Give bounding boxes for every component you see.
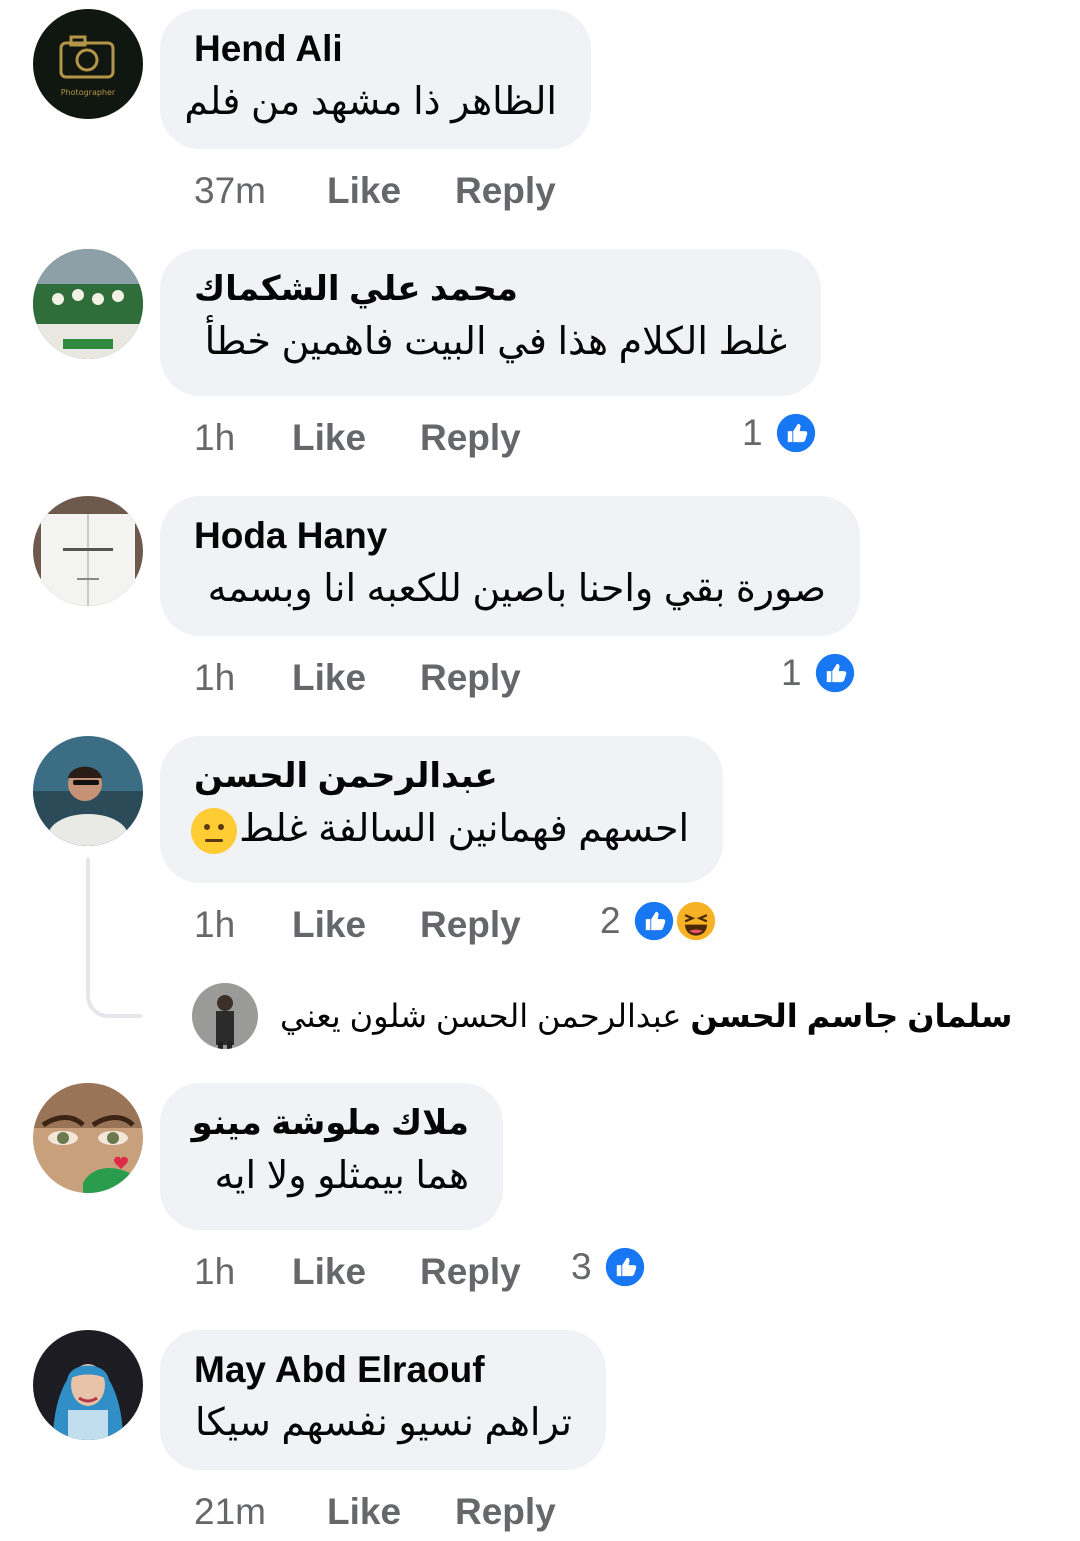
comment-text: الظاهر ذا مشهد من فلم [184,81,557,123]
comment-text: احسهم فهمانين السالفة غلط [191,802,689,856]
comment-author[interactable]: May Abd Elraouf [194,1348,572,1392]
reaction-count: 2 [600,900,621,941]
comment-text: تراهم نسيو نفسهم سيكا [194,1402,572,1444]
reaction-count: 1 [742,412,763,453]
like-icon [630,898,677,944]
reply-author[interactable]: سلمان جاسم الحسن [690,998,1012,1034]
reply-button[interactable]: Reply [455,1490,556,1534]
comment-text-body: احسهم فهمانين السالفة غلط [239,808,689,850]
comment-bubble: محمد علي الشكماك غلط الكلام هذا في البيت… [160,249,821,396]
comment-time[interactable]: 1h [194,656,235,700]
like-icon [811,650,858,696]
reaction-summary[interactable]: 3 [571,1242,648,1292]
avatar[interactable] [33,249,143,359]
reply-button[interactable]: Reply [420,1250,521,1294]
avatar[interactable] [33,736,143,846]
laughing-icon [672,898,719,944]
comment-time[interactable]: 1h [194,1250,235,1294]
comment-author[interactable]: محمد علي الشكماك [194,267,787,311]
neutral-face-emoji [189,806,239,856]
like-icon [772,410,819,456]
reaction-summary[interactable]: 1 [781,648,858,698]
reply-button[interactable]: Reply [455,169,556,213]
comment-author[interactable]: عبدالرحمن الحسن [194,754,689,798]
svg-text:Photographer: Photographer [61,88,116,97]
comment-text: غلط الكلام هذا في البيت فاهمين خطأ [204,321,787,363]
reaction-summary[interactable]: 1 [742,408,819,458]
like-button[interactable]: Like [292,656,366,700]
like-icon [601,1244,648,1290]
reply-avatar[interactable] [192,983,258,1049]
comment-author[interactable]: ملاك ملوشة مينو [192,1101,469,1145]
comment-time[interactable]: 37m [194,169,266,213]
reply-preview[interactable]: سلمان جاسم الحسن عبدالرحمن الحسن شلون يع… [192,983,1062,1049]
avatar[interactable] [33,1330,143,1440]
comment-time[interactable]: 1h [194,903,235,947]
reply-button[interactable]: Reply [420,416,521,460]
reaction-count: 3 [571,1246,592,1287]
avatar[interactable] [33,496,143,606]
comment-bubble: Hend Ali الظاهر ذا مشهد من فلم [160,9,591,149]
avatar[interactable] [33,1083,143,1193]
like-button[interactable]: Like [292,903,366,947]
comment-text: هما بيمثلو ولا ايه [214,1155,469,1197]
comment-time[interactable]: 21m [194,1490,266,1534]
reply-body: عبدالرحمن الحسن شلون يعني [280,998,682,1034]
reaction-summary[interactable]: 2 [600,896,719,946]
comment-bubble: May Abd Elraouf تراهم نسيو نفسهم سيكا [160,1330,606,1470]
comment-bubble: ملاك ملوشة مينو هما بيمثلو ولا ايه [160,1083,503,1230]
comment-text: صورة بقي واحنا باصين للكعبه انا وبسمه [207,568,826,610]
comment-author[interactable]: Hend Ali [194,27,557,71]
reply-thread-line [86,858,142,1018]
like-button[interactable]: Like [292,416,366,460]
reaction-count: 1 [781,652,802,693]
like-button[interactable]: Like [292,1250,366,1294]
comment-time[interactable]: 1h [194,416,235,460]
comment-bubble: Hoda Hany صورة بقي واحنا باصين للكعبه ان… [160,496,860,636]
like-button[interactable]: Like [327,1490,401,1534]
comment-bubble: عبدالرحمن الحسن احسهم فهمانين السالفة غل… [160,736,723,883]
like-button[interactable]: Like [327,169,401,213]
reply-preview-text: سلمان جاسم الحسن عبدالرحمن الحسن شلون يع… [280,991,1055,1041]
comment-author[interactable]: Hoda Hany [194,514,826,558]
reply-button[interactable]: Reply [420,903,521,947]
avatar[interactable]: Photographer [33,9,143,119]
reply-button[interactable]: Reply [420,656,521,700]
